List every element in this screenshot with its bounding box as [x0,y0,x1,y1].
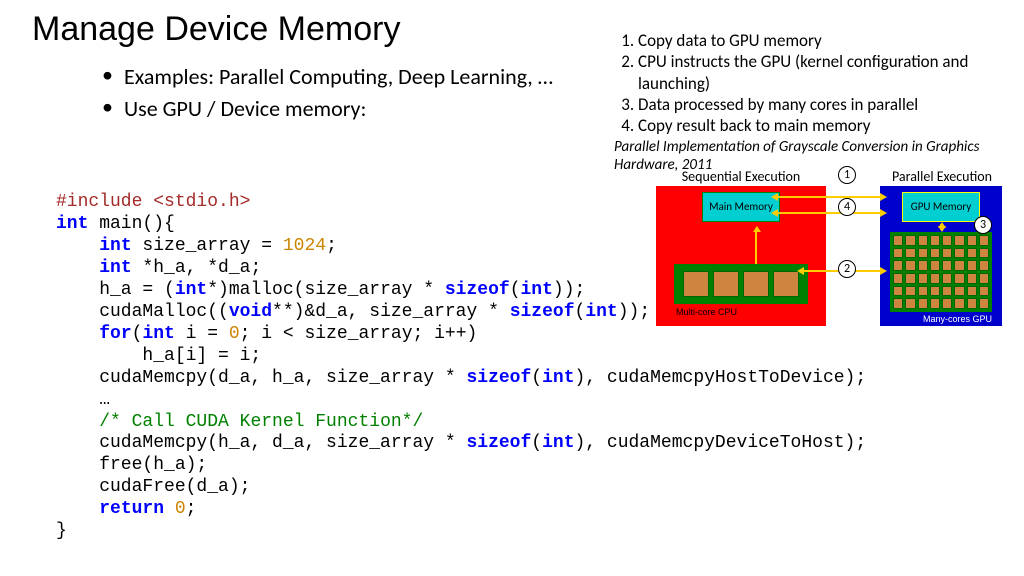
gpu-core [918,260,928,271]
gpu-core [905,273,915,284]
gpu-core [893,273,903,284]
gpu-core [905,248,915,259]
gpu-core [979,286,989,297]
gpu-box: GPU Memory Many-cores GPU [880,186,1002,326]
gpu-core [918,286,928,297]
gpu-core [942,235,952,246]
gpu-core [942,298,952,309]
gpu-core [954,286,964,297]
gpu-core [967,235,977,246]
step-1-icon: 1 [838,166,856,184]
gpu-core [918,273,928,284]
gpu-core [942,248,952,259]
gpu-core [893,260,903,271]
code-block: #include <stdio.h> int main(){ int size_… [56,192,866,543]
right-column: Copy data to GPU memory CPU instructs th… [614,30,1004,174]
gpu-core [930,273,940,284]
gpu-core [893,248,903,259]
parallel-label: Parallel Execution [882,168,1002,185]
gpu-core [979,260,989,271]
gpu-core [954,273,964,284]
gpu-core [905,235,915,246]
manycore-label: Many-cores GPU [923,314,992,324]
gpu-core [954,248,964,259]
gpu-core [893,286,903,297]
gpu-core [967,298,977,309]
gpu-core [893,235,903,246]
gpu-core [967,286,977,297]
gpu-core [967,248,977,259]
sequential-label: Sequential Execution [656,168,826,185]
gpu-core [930,260,940,271]
gpu-mem-arrow [940,224,942,230]
step-4-icon: 4 [838,198,856,216]
gpu-core [893,298,903,309]
gpu-core [979,273,989,284]
steps-list: Copy data to GPU memory CPU instructs th… [638,30,1004,136]
step-2-icon: 2 [838,260,856,278]
gpu-core [918,248,928,259]
gpu-core [905,298,915,309]
gpu-core [930,235,940,246]
gpu-core [930,286,940,297]
gpu-core [942,260,952,271]
gpu-core [954,235,964,246]
bullet-item: Use GPU / Device memory: [102,94,580,124]
gpu-core [918,235,928,246]
gpu-core [905,260,915,271]
step-item: CPU instructs the GPU (kernel configurat… [638,51,1004,94]
gpu-core [918,298,928,309]
bullet-item: Examples: Parallel Computing, Deep Learn… [102,62,580,92]
gpu-core [967,273,977,284]
bullet-list: Examples: Parallel Computing, Deep Learn… [102,62,580,123]
gpu-core [942,286,952,297]
gpu-core [979,248,989,259]
gpu-core [930,298,940,309]
step-3-icon: 3 [974,216,992,234]
step-item: Copy result back to main memory [638,115,1004,136]
gpu-core [942,273,952,284]
gpu-core [930,248,940,259]
left-column: Examples: Parallel Computing, Deep Learn… [60,62,580,125]
gpu-core [954,260,964,271]
gpu-core [905,286,915,297]
gpu-chip [890,232,992,312]
step-item: Data processed by many cores in parallel [638,94,1004,115]
step-item: Copy data to GPU memory [638,30,1004,51]
gpu-core [967,260,977,271]
gpu-core [954,298,964,309]
gpu-core [979,298,989,309]
gpu-core [979,235,989,246]
